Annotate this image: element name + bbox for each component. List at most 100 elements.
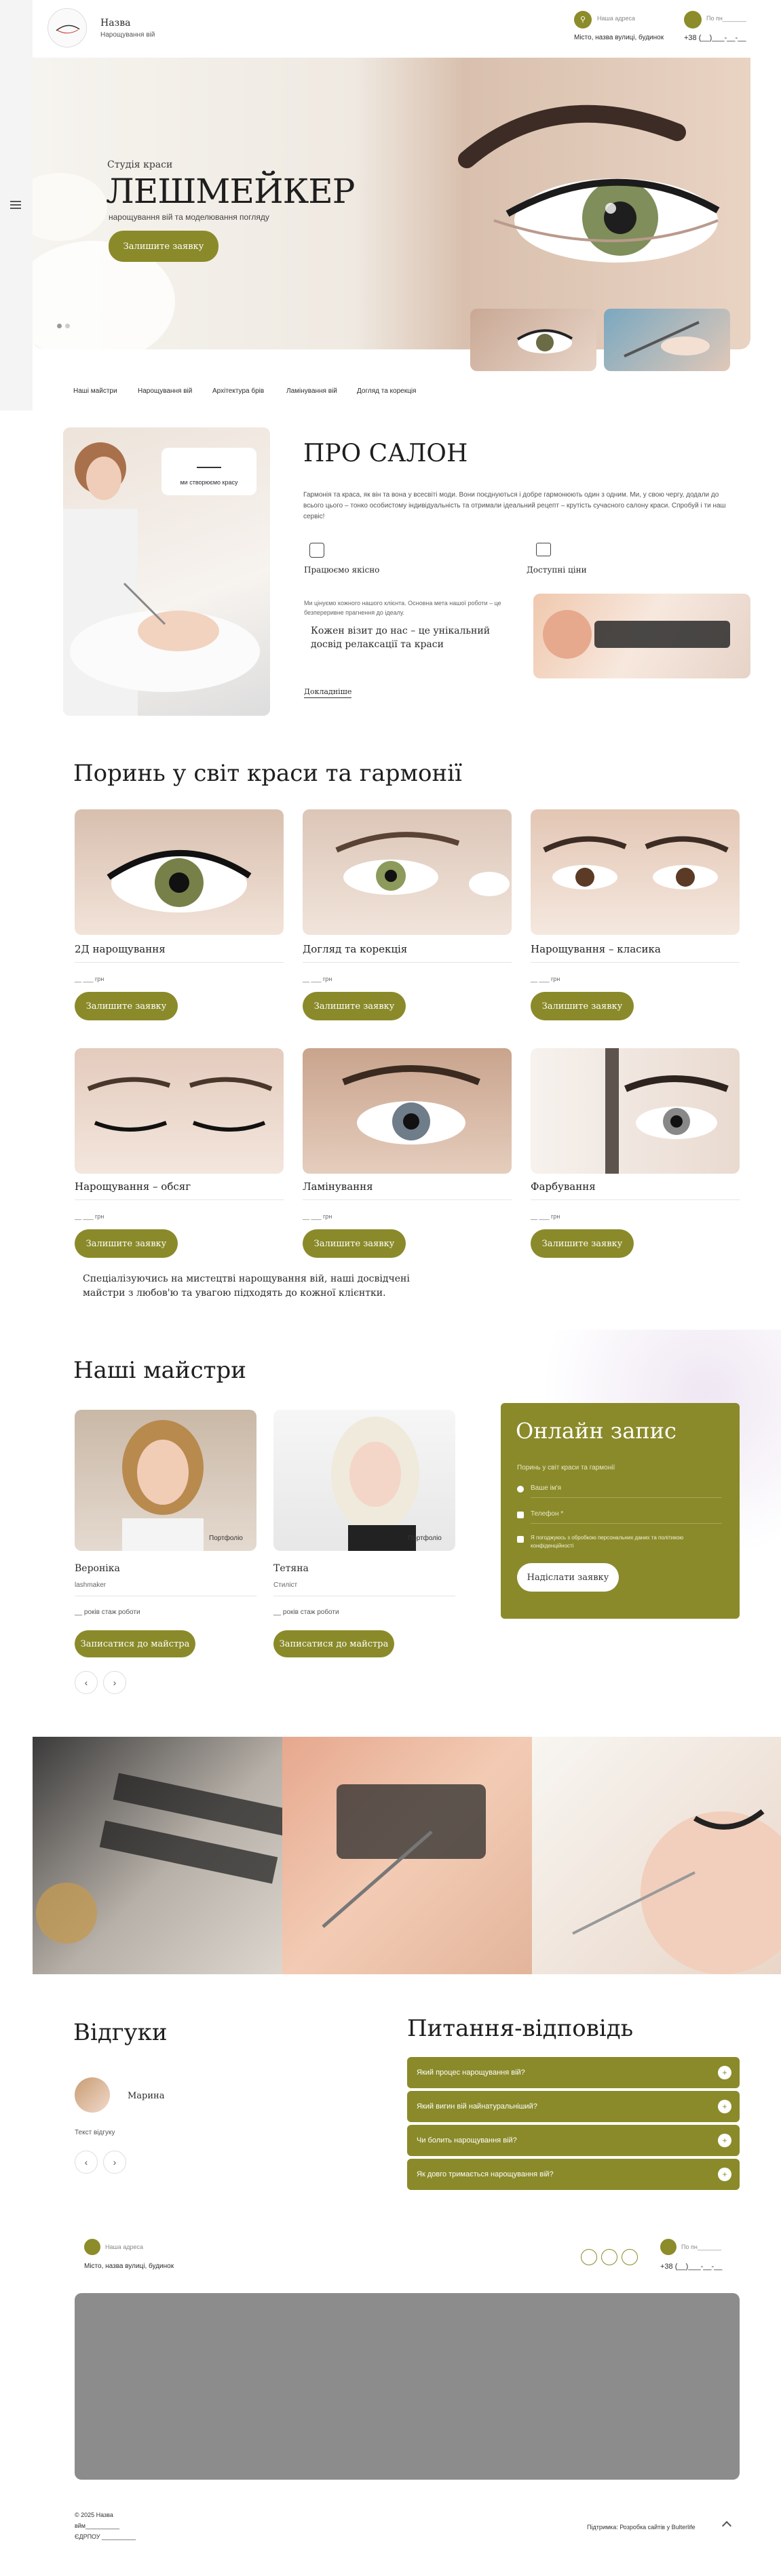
about-lashes-image xyxy=(533,594,750,678)
service-image-3[interactable] xyxy=(531,809,740,935)
instagram-icon[interactable] xyxy=(622,2249,638,2265)
service-cta-6[interactable]: Залишите заявку xyxy=(531,1229,634,1258)
nav-item-masters[interactable]: Наші майстри xyxy=(73,387,117,395)
master-photo-2[interactable] xyxy=(273,1410,455,1551)
service-image-5[interactable] xyxy=(303,1048,512,1174)
phone-field-icon xyxy=(517,1512,524,1518)
faq-item-2[interactable]: Який вигин вій найнатуральніший? + xyxy=(407,2091,740,2122)
master-portfolio-2[interactable]: Портфоліо xyxy=(408,1535,442,1542)
divider xyxy=(75,1199,284,1200)
master-role-2: Стиліст xyxy=(273,1581,298,1589)
service-price-6: __ ___ грн xyxy=(531,1213,560,1220)
service-cta-3[interactable]: Залишите заявку xyxy=(531,992,634,1020)
lash-trays-image xyxy=(36,1773,292,1944)
map-placeholder[interactable] xyxy=(75,2293,740,2480)
slider-dot-1[interactable] xyxy=(57,324,62,328)
consent-text: Я погоджуюсь з обробкою персональних дан… xyxy=(531,1535,684,1549)
faq-title: Питання-відповідь xyxy=(407,2015,634,2042)
header-phone[interactable]: +38 (__)___-__-__ xyxy=(684,34,746,42)
service-name-3: Нарощування – класика xyxy=(531,943,661,955)
plus-icon[interactable]: + xyxy=(718,2066,731,2079)
reviews-next-button[interactable]: › xyxy=(103,2151,126,2174)
master-portfolio-1[interactable]: Портфоліо xyxy=(209,1535,243,1542)
name-input[interactable]: Ваше ім'я xyxy=(531,1484,722,1498)
service-image-4[interactable] xyxy=(75,1048,284,1174)
about-more-link[interactable]: Докладніше xyxy=(304,687,352,698)
service-name-2: Догляд та корекція xyxy=(303,943,408,955)
burger-icon[interactable] xyxy=(10,201,21,209)
plus-icon[interactable]: + xyxy=(718,2168,731,2181)
eye-image xyxy=(605,1048,729,1174)
masters-prev-button[interactable]: ‹ xyxy=(75,1671,98,1694)
masters-title: Наші майстри xyxy=(73,1357,246,1384)
plus-icon[interactable]: + xyxy=(718,2100,731,2113)
scroll-top-icon[interactable] xyxy=(721,2520,732,2531)
whatsapp-icon[interactable] xyxy=(581,2249,597,2265)
header-addr: Місто, назва вулиці, будинок xyxy=(574,34,664,41)
service-cta-1[interactable]: Залишите заявку xyxy=(75,992,178,1020)
master-book-button-2[interactable]: Записатися до майстра xyxy=(273,1630,394,1657)
master-name-1: Вероніка xyxy=(75,1563,120,1574)
logo-eye-icon xyxy=(56,24,80,34)
review-text: Текст відгуку xyxy=(75,2129,115,2136)
hero-banner: Студія краси ЛЕШМЕЙКЕР нарощування вій т… xyxy=(33,58,750,349)
user-icon xyxy=(517,1486,524,1493)
divider xyxy=(303,962,512,963)
nav-item-care[interactable]: Догляд та корекція xyxy=(357,387,416,395)
service-image-1[interactable] xyxy=(75,809,284,935)
hero-title: ЛЕШМЕЙКЕР xyxy=(106,172,355,211)
booking-submit-button[interactable]: Надіслати заявку xyxy=(517,1563,619,1592)
consent-checkbox[interactable] xyxy=(517,1536,524,1543)
logo-sub: Нарощування вій xyxy=(100,31,155,39)
master-photo-1[interactable] xyxy=(75,1410,256,1551)
plus-icon[interactable]: + xyxy=(718,2134,731,2147)
service-price-2: __ ___ грн xyxy=(303,976,332,982)
service-cta-4[interactable]: Залишите заявку xyxy=(75,1229,178,1258)
about-quote-small: Ми цінуємо кожного нашого клієнта. Основ… xyxy=(304,600,501,616)
closed-eyes-image xyxy=(87,1077,273,1132)
hero-thumb-1[interactable] xyxy=(470,309,596,371)
divider xyxy=(303,1199,512,1200)
masters-next-button[interactable]: › xyxy=(103,1671,126,1694)
service-cta-5[interactable]: Залишите заявку xyxy=(303,1229,406,1258)
service-image-6[interactable] xyxy=(531,1048,740,1174)
reviews-title: Відгуки xyxy=(73,2019,168,2046)
eye-image xyxy=(107,850,252,912)
nav-item-brows[interactable]: Архітектура брів xyxy=(212,387,264,395)
faq-question: Який вигин вій найнатуральніший? xyxy=(417,2102,537,2111)
reviews-prev-button[interactable]: ‹ xyxy=(75,2151,98,2174)
service-cta-2[interactable]: Залишите заявку xyxy=(303,992,406,1020)
logo[interactable] xyxy=(47,8,87,47)
logo-name: Назва xyxy=(100,18,131,28)
service-image-2[interactable] xyxy=(303,809,512,935)
service-name-6: Фарбування xyxy=(531,1180,596,1193)
booking-form: Онлайн запис Поринь у світ краси та гарм… xyxy=(501,1403,740,1619)
master-years-1: __ років стаж роботи xyxy=(75,1609,140,1616)
lash-strip-image xyxy=(543,610,730,659)
phone-icon xyxy=(684,11,702,28)
slider-dot-2[interactable] xyxy=(65,324,70,328)
booking-subtitle: Поринь у світ краси та гармонії xyxy=(517,1464,615,1472)
developer-credit[interactable]: Підтримка: Розробка сайтів у Bulterlife xyxy=(587,2524,696,2531)
faq-item-3[interactable]: Чи болить нарощування вій? + xyxy=(407,2125,740,2156)
quality-icon xyxy=(309,543,324,558)
faq-item-1[interactable]: Який процес нарощування вій? + xyxy=(407,2057,740,2088)
nav-item-extension[interactable]: Нарощування вій xyxy=(138,387,192,395)
master-book-button-1[interactable]: Записатися до майстра xyxy=(75,1630,195,1657)
hero-thumb-2[interactable] xyxy=(604,309,730,371)
footer-phone[interactable]: +38 (__)___-__-__ xyxy=(660,2263,722,2271)
faq-item-4[interactable]: Як довго тримається нарощування вій? + xyxy=(407,2159,740,2190)
footer-phone-label: По пн_______ xyxy=(681,2244,721,2250)
header-addr-label: Наша адреса xyxy=(597,15,636,22)
nav-item-lamination[interactable]: Ламінування вій xyxy=(286,387,337,395)
telegram-icon[interactable] xyxy=(601,2249,617,2265)
gallery-image-3 xyxy=(532,1737,781,1974)
phone-input[interactable]: Телефон * xyxy=(531,1510,722,1524)
service-name-5: Ламінування xyxy=(303,1180,373,1193)
footer-phone-icon xyxy=(660,2239,677,2255)
price-icon xyxy=(536,543,551,556)
hero-cta-button[interactable]: Залишите заявку xyxy=(109,231,218,262)
hero-subtitle: нарощування вій та моделювання погляду xyxy=(109,212,269,222)
gallery-image-1 xyxy=(33,1737,292,1974)
booking-title: Онлайн запис xyxy=(516,1418,677,1444)
